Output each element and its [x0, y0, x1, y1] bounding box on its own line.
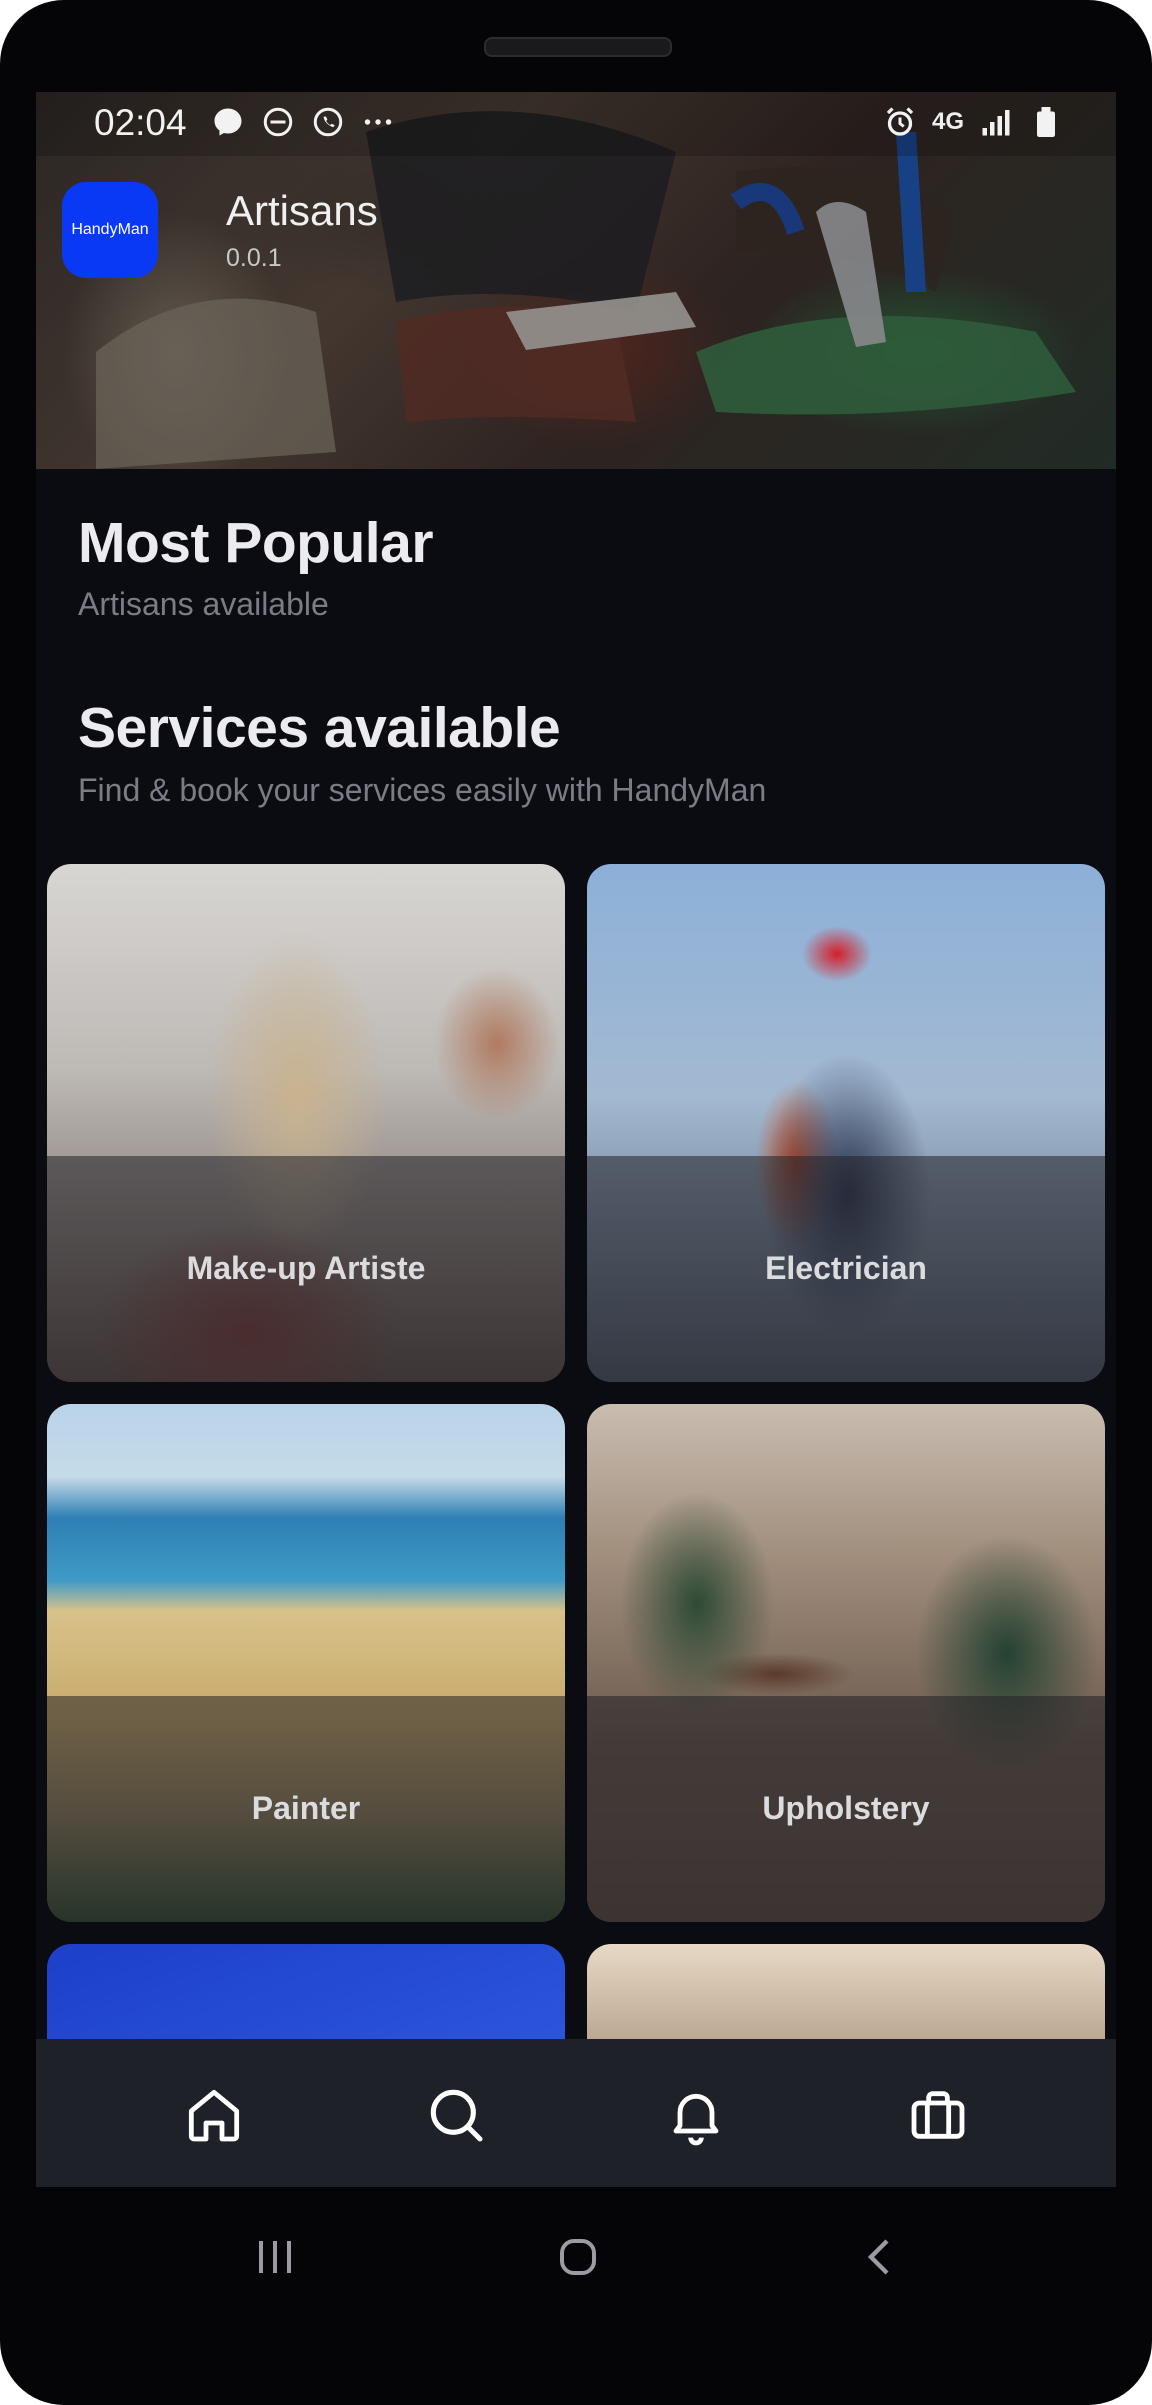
earpiece-speaker: [484, 37, 672, 57]
bottom-navigation: [36, 2039, 1116, 2187]
nav-notifications-button[interactable]: [656, 2075, 736, 2155]
app-version: 0.0.1: [226, 244, 282, 272]
search-icon: [430, 2089, 483, 2142]
services-title: Services available: [78, 696, 561, 760]
whatsapp-icon: [313, 107, 343, 137]
service-card-label: Painter: [251, 1790, 361, 1826]
signal-icon: [982, 110, 1010, 136]
service-card-upholstery[interactable]: Upholstery: [587, 1404, 1105, 1922]
app-logo-text: HandyMan: [71, 221, 149, 238]
service-card-makeup[interactable]: Make-up Artiste: [47, 864, 565, 1382]
recents-button[interactable]: [245, 2227, 305, 2287]
status-bar: 02:04 4G: [36, 92, 1116, 156]
nav-jobs-button[interactable]: [898, 2075, 978, 2155]
do-not-disturb-icon: [263, 107, 293, 137]
service-card-label: Upholstery: [762, 1790, 930, 1826]
briefcase-icon: [911, 2091, 965, 2139]
service-card-label: Electrician: [765, 1250, 927, 1286]
alarm-icon: [886, 107, 914, 136]
app-logo: HandyMan: [62, 182, 158, 278]
most-popular-title: Most Popular: [78, 511, 434, 575]
app-name: Artisans: [226, 187, 378, 234]
phone-frame: 02:04 4G HandyMan Artisans 0.0.1 Most Po…: [0, 0, 1152, 2405]
most-popular-subtitle: Artisans available: [78, 586, 329, 622]
recents-icon: [259, 2241, 291, 2273]
nav-search-button[interactable]: [416, 2075, 496, 2155]
header-banner: 02:04 4G HandyMan Artisans 0.0.1: [36, 92, 1116, 469]
service-card-painter[interactable]: Painter: [47, 1404, 565, 1922]
status-time: 02:04: [94, 102, 187, 143]
network-type: 4G: [931, 108, 964, 135]
messenger-icon: [214, 108, 242, 136]
back-icon: [867, 2239, 889, 2275]
service-card-label: Make-up Artiste: [186, 1250, 426, 1286]
system-home-button[interactable]: [548, 2227, 608, 2287]
bell-icon: [673, 2093, 719, 2146]
back-button[interactable]: [851, 2227, 911, 2287]
nav-home-button[interactable]: [174, 2075, 254, 2155]
home-circle-icon: [560, 2239, 596, 2275]
app-screen: 02:04 4G HandyMan Artisans 0.0.1 Most Po…: [36, 92, 1116, 2187]
more-dots-icon: [364, 119, 392, 125]
services-subtitle: Find & book your services easily with Ha…: [78, 772, 767, 808]
system-status-icons: 4G: [882, 104, 1064, 140]
system-navigation-bar: [0, 2187, 1152, 2317]
battery-icon: [1037, 107, 1055, 137]
home-icon: [188, 2089, 240, 2142]
notification-icons: [210, 104, 396, 140]
service-card-electrician[interactable]: Electrician: [587, 864, 1105, 1382]
